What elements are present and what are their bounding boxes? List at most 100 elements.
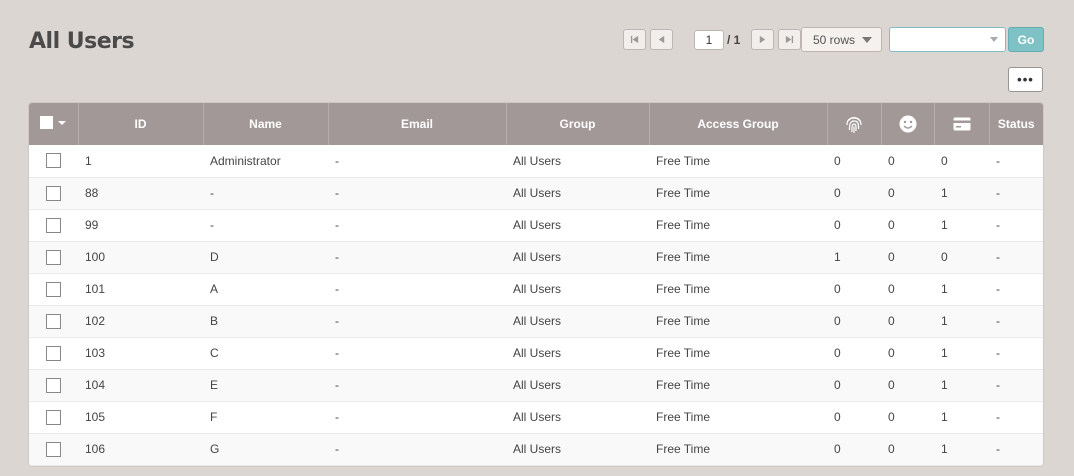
cell-group: All Users	[513, 346, 562, 360]
row-checkbox[interactable]	[46, 409, 61, 425]
row-checkbox[interactable]	[46, 153, 61, 169]
table-row[interactable]: 106 G - All Users Free Time 0 0 1 -	[29, 433, 1043, 465]
header-face[interactable]	[881, 103, 935, 145]
cell-id: 88	[85, 186, 99, 200]
last-page-button[interactable]	[778, 29, 802, 50]
row-checkbox[interactable]	[46, 313, 61, 329]
chevron-down-icon[interactable]	[58, 120, 67, 125]
go-button[interactable]: Go	[1008, 27, 1044, 52]
table-row[interactable]: 103 C - All Users Free Time 0 0 1 -	[29, 337, 1043, 369]
cell-status: -	[996, 218, 1000, 232]
cell-id: 102	[85, 314, 106, 328]
cell-name: B	[210, 314, 219, 328]
row-checkbox[interactable]	[46, 345, 61, 361]
row-select-cell	[29, 209, 78, 241]
pager: / 1	[623, 29, 805, 50]
table-row[interactable]: 100 D - All Users Free Time 1 0 0-	[29, 241, 1043, 273]
page-number-input[interactable]	[694, 29, 724, 50]
prev-page-button[interactable]	[650, 29, 673, 50]
cell-status: -	[996, 378, 1000, 392]
table-row[interactable]: 101 A - All Users Free Time 0 0 1 -	[29, 273, 1043, 305]
cell-id: 101	[85, 282, 106, 296]
cell-face: 0	[888, 410, 895, 424]
cell-email: -	[335, 314, 339, 328]
cell-email: -	[335, 378, 339, 392]
cell-card: 1	[941, 186, 948, 200]
row-select-cell	[29, 369, 78, 401]
cell-access-group: Free Time	[656, 186, 711, 200]
cell-card: 1	[941, 346, 948, 360]
page-total: / 1	[727, 32, 741, 47]
cell-fingerprint: 0	[834, 410, 841, 424]
table-row[interactable]: 102 B - All Users Free Time 0 0 1 -	[29, 305, 1043, 337]
header-status[interactable]: Status	[989, 103, 1043, 145]
row-select-cell	[29, 177, 78, 209]
table-row[interactable]: 1 Administrator - All Users Free Time 0 0 0 -	[29, 145, 1043, 177]
more-options-button[interactable]: •••	[1008, 67, 1043, 92]
cell-fingerprint: 0	[834, 346, 841, 360]
cell-access-group: Free Time	[656, 378, 711, 392]
header-name[interactable]: Name	[203, 103, 329, 145]
table-row[interactable]: 99 - - All Users Free Time 0 0 1 -	[29, 209, 1043, 241]
row-checkbox[interactable]	[46, 377, 61, 393]
more-icon: •••	[1017, 72, 1034, 87]
table-row[interactable]: 88 - - All Users Free Time 0 0 1 -	[29, 177, 1043, 209]
cell-group: All Users	[513, 314, 562, 328]
cell-id: 104	[85, 378, 106, 392]
cell-face: 0	[888, 250, 895, 264]
header-fingerprint[interactable]	[827, 103, 882, 145]
cell-face: 0	[888, 186, 895, 200]
cell-email: -	[335, 282, 339, 296]
cell-access-group: Free Time	[656, 153, 711, 168]
cell-id: 1	[85, 153, 92, 168]
row-select-cell	[29, 241, 78, 273]
cell-id: 100	[85, 250, 106, 264]
table-header-row: ID Name Email Group Access Group Status	[29, 103, 1043, 145]
table-row[interactable]: 104 E - All Users Free Time 0 0 1 -	[29, 369, 1043, 401]
chevron-down-icon[interactable]	[990, 37, 998, 42]
cell-name: Administrator	[210, 153, 281, 168]
rows-per-page-select[interactable]: 50 rows	[801, 27, 882, 52]
search-input[interactable]	[894, 28, 989, 51]
row-select-cell	[29, 145, 78, 177]
row-checkbox[interactable]	[46, 185, 61, 201]
search-combo[interactable]	[889, 27, 1006, 52]
cell-group: All Users	[513, 186, 562, 200]
first-page-button[interactable]	[623, 29, 646, 50]
prev-page-icon	[658, 35, 665, 44]
cell-name: F	[210, 410, 218, 424]
header-group[interactable]: Group	[506, 103, 650, 145]
cell-id: 103	[85, 346, 106, 360]
table-row[interactable]: 105 F - All Users Free Time 0 0 1 -	[29, 401, 1043, 433]
next-page-button[interactable]	[751, 29, 775, 50]
header-card[interactable]	[934, 103, 990, 145]
cell-face: 0	[888, 378, 895, 392]
face-icon	[899, 115, 916, 133]
row-checkbox[interactable]	[46, 217, 61, 233]
select-all-checkbox[interactable]	[40, 116, 54, 129]
cell-name: -	[210, 218, 214, 232]
chevron-down-icon	[862, 36, 873, 43]
cell-status: -	[996, 346, 1000, 360]
cell-group: All Users	[513, 442, 562, 456]
cell-face: 0	[888, 153, 895, 168]
cell-access-group: Free Time	[656, 410, 711, 424]
cell-access-group: Free Time	[656, 442, 711, 456]
cell-status: -	[996, 410, 1000, 424]
cell-access-group: Free Time	[656, 346, 711, 360]
header-access-group[interactable]: Access Group	[649, 103, 828, 145]
row-checkbox[interactable]	[46, 249, 61, 265]
cell-card: 1	[941, 314, 948, 328]
cell-card: 1	[941, 282, 948, 296]
cell-fingerprint: 0	[834, 186, 841, 200]
cell-group: All Users	[513, 250, 562, 264]
header-select-all[interactable]	[29, 103, 79, 145]
row-checkbox[interactable]	[46, 281, 61, 297]
header-email[interactable]: Email	[328, 103, 507, 145]
row-checkbox[interactable]	[46, 441, 61, 457]
cell-name: G	[210, 442, 220, 456]
cell-name: D	[210, 250, 219, 264]
cell-card: 1	[941, 378, 948, 392]
header-id[interactable]: ID	[78, 103, 204, 145]
cell-access-group: Free Time	[656, 314, 711, 328]
